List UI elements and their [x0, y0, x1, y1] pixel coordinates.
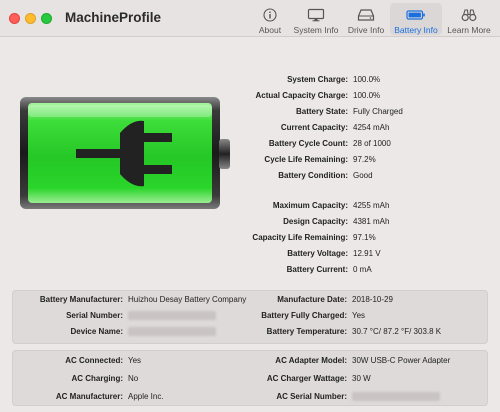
field-label: Battery Voltage: [287, 249, 348, 258]
field-value: Fully Charged [353, 107, 403, 116]
tab-label: Battery Info [394, 25, 438, 35]
field-value: 97.2% [353, 155, 376, 164]
field-label: AC Adapter Model: [275, 356, 347, 365]
field-value: Huizhou Desay Battery Company [128, 295, 247, 304]
zoom-window-button[interactable] [41, 13, 52, 24]
field-value: Good [353, 171, 373, 180]
field-value: Apple Inc. [128, 392, 164, 401]
drive-icon [354, 7, 378, 23]
field-value: Yes [352, 311, 366, 320]
tab-label: Drive Info [347, 25, 385, 35]
field-label: Battery Fully Charged: [261, 311, 347, 320]
binoculars-icon [457, 7, 481, 23]
redacted-value [128, 311, 216, 321]
field-label: System Charge: [287, 75, 348, 84]
field-value: 100.0% [353, 75, 381, 84]
field-value: 4381 mAh [353, 217, 390, 226]
field-value: 4255 mAh [353, 201, 390, 210]
field-value [128, 311, 216, 321]
tab-label: About [258, 25, 282, 35]
field-label: Battery Temperature: [266, 327, 347, 336]
field-value: 97.1% [353, 233, 376, 242]
field-value: 4254 mAh [353, 123, 390, 132]
field-label: Capacity Life Remaining: [252, 233, 348, 242]
tab-system-info[interactable]: System Info [290, 3, 342, 35]
field-label: Battery Manufacturer: [39, 295, 123, 304]
field-label: AC Serial Number: [276, 392, 347, 401]
display-icon [304, 7, 328, 23]
field-value: 30 W [352, 374, 371, 383]
field-value: 100.0% [353, 91, 381, 100]
field-value: 30.7 °C/ 87.2 °F/ 303.8 K [352, 327, 442, 336]
redacted-value [352, 392, 440, 402]
field-value: 28 of 1000 [353, 139, 391, 148]
field-label: AC Charger Wattage: [266, 374, 347, 383]
field-label: Battery Cycle Count: [268, 139, 348, 148]
field-value [352, 392, 440, 402]
minimize-window-button[interactable] [25, 13, 36, 24]
redacted-value [128, 327, 216, 337]
field-label: Current Capacity: [280, 123, 348, 132]
tab-learn-more[interactable]: Learn More [444, 3, 494, 35]
info-icon [258, 7, 282, 23]
field-value: 0 mA [353, 265, 372, 274]
field-value: 12.91 V [353, 249, 381, 258]
field-label: Battery State: [295, 107, 348, 116]
field-label: Maximum Capacity: [272, 201, 348, 210]
field-value: No [128, 374, 139, 383]
field-value: 30W USB-C Power Adapter [352, 356, 451, 365]
battery-icon [404, 7, 428, 23]
field-value: Yes [128, 356, 142, 365]
field-value: 2018-10-29 [352, 295, 393, 304]
tab-label: Learn More [447, 25, 491, 35]
field-label: Serial Number: [66, 311, 123, 320]
field-label: Device Name: [70, 327, 123, 336]
tab-about[interactable]: About [252, 3, 288, 35]
tab-battery-info[interactable]: Battery Info [390, 3, 442, 35]
close-window-button[interactable] [9, 13, 20, 24]
field-label: AC Connected: [65, 356, 123, 365]
battery-graphic [20, 97, 232, 209]
field-label: AC Charging: [71, 374, 123, 383]
field-label: Battery Condition: [278, 171, 348, 180]
field-label: AC Manufacturer: [55, 392, 123, 401]
app-title: MachineProfile [65, 10, 162, 25]
field-label: Design Capacity: [283, 217, 348, 226]
field-label: Battery Current: [286, 265, 348, 274]
tab-drive-info[interactable]: Drive Info [344, 3, 388, 35]
field-label: Manufacture Date: [277, 295, 347, 304]
tab-label: System Info [293, 25, 339, 35]
title-bar: MachineProfile About System Info Drive I… [0, 0, 500, 37]
field-label: Actual Capacity Charge: [255, 91, 348, 100]
field-value [128, 327, 216, 337]
field-label: Cycle Life Remaining: [264, 155, 348, 164]
